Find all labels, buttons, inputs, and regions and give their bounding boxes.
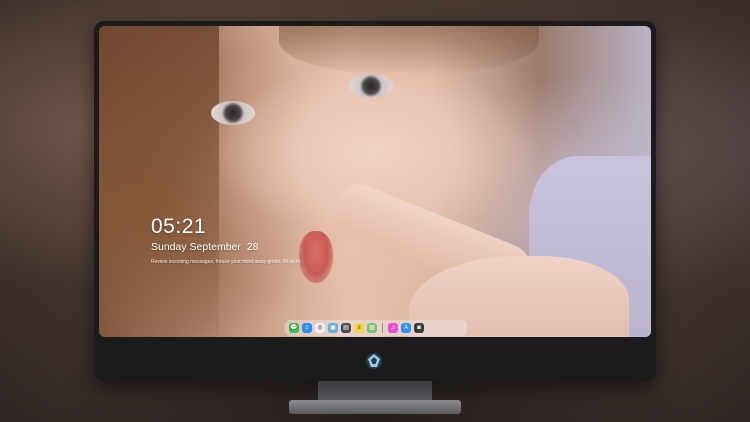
wallpaper-eye	[349, 74, 393, 98]
dock: 💬 ☺ ◎ ▣ ▤ ≡ ▨ ♫ A ◙	[285, 320, 467, 336]
itunes-icon[interactable]: ♫	[388, 323, 398, 333]
lock-notice: Review incoming messages, freeze your mi…	[151, 259, 301, 265]
wallpaper-eye	[211, 101, 255, 125]
lock-clock: 05:21	[151, 215, 207, 238]
brand-logo-icon	[366, 353, 382, 369]
messages-icon[interactable]: 💬	[289, 323, 299, 333]
wallpaper-hair	[99, 26, 219, 337]
monitor-base	[289, 400, 461, 414]
camera-icon[interactable]: ◙	[414, 323, 424, 333]
clapper-icon[interactable]: ▤	[341, 323, 351, 333]
wallpaper-lips	[299, 231, 333, 283]
dock-separator	[382, 323, 383, 333]
app-store-icon[interactable]: A	[401, 323, 411, 333]
preview-icon[interactable]: ▣	[328, 323, 338, 333]
finder-icon[interactable]: ☺	[302, 323, 312, 333]
lock-date: Sunday September 28	[151, 241, 259, 253]
wallpaper-bangs	[279, 26, 539, 76]
safari-icon[interactable]: ◎	[315, 323, 325, 333]
monitor: 05:21 Sunday September 28 Review incomin…	[94, 21, 656, 381]
lock-screen[interactable]: 05:21 Sunday September 28 Review incomin…	[99, 26, 651, 337]
photos-icon[interactable]: ▨	[367, 323, 377, 333]
notes-icon[interactable]: ≡	[354, 323, 364, 333]
